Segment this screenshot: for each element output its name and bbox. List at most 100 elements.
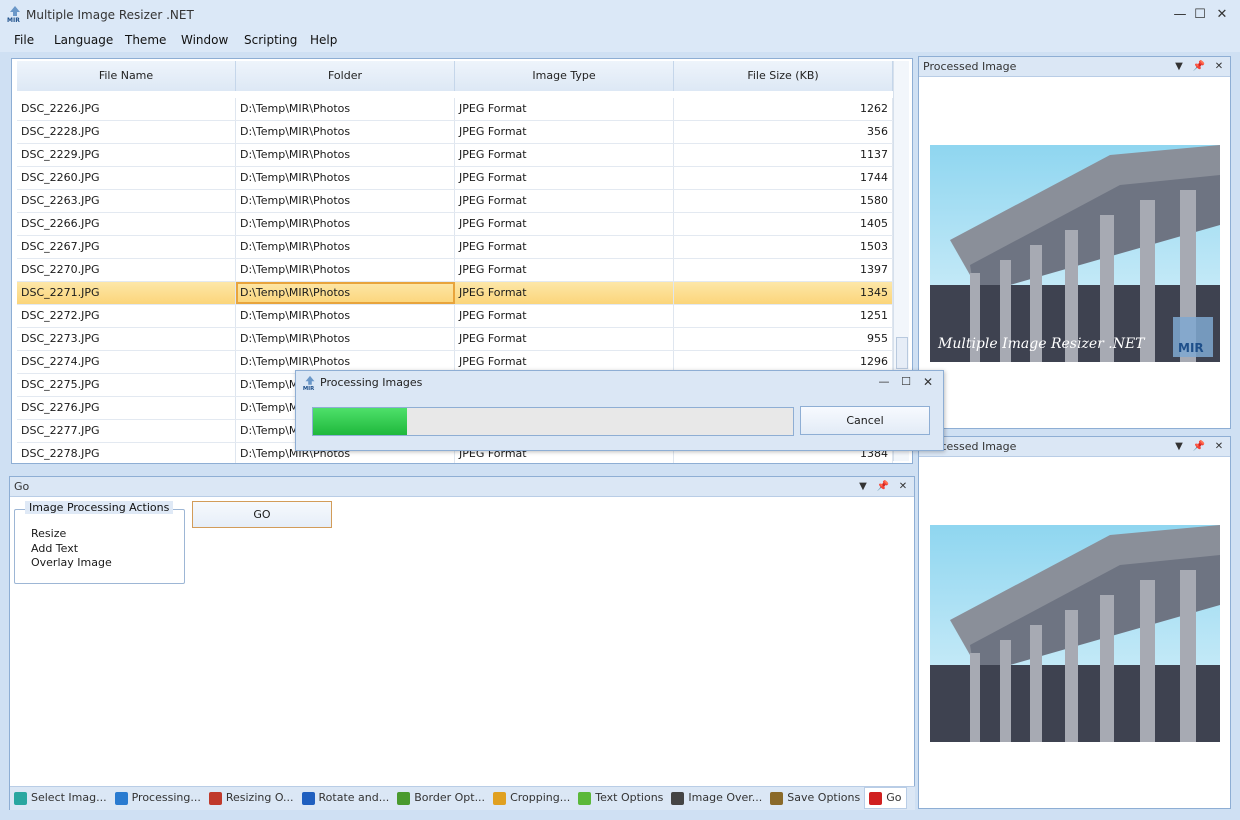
- cell-image-type[interactable]: JPEG Format: [455, 328, 674, 350]
- column-header-file-name[interactable]: File Name: [17, 61, 236, 91]
- cell-file-size[interactable]: 1345: [674, 282, 893, 304]
- close-icon[interactable]: ✕: [1212, 440, 1226, 454]
- dropdown-icon[interactable]: ▼: [1172, 60, 1186, 74]
- menu-window[interactable]: Window: [181, 33, 228, 47]
- tab-processing[interactable]: Processing...: [111, 787, 205, 809]
- cell-image-type[interactable]: JPEG Format: [455, 259, 674, 281]
- close-icon[interactable]: ✕: [1212, 60, 1226, 74]
- column-header-file-size[interactable]: File Size (KB): [674, 61, 893, 91]
- cell-folder[interactable]: D:\Temp\MIR\Photos: [236, 282, 455, 304]
- table-row[interactable]: DSC_2260.JPG D:\Temp\MIR\Photos JPEG Forma…: [17, 167, 893, 190]
- cell-file-name[interactable]: DSC_2226.JPG: [17, 98, 236, 120]
- cell-folder[interactable]: D:\Temp\MIR\Photos: [236, 328, 455, 350]
- table-row[interactable]: DSC_2266.JPG D:\Temp\MIR\Photos JPEG Forma…: [17, 213, 893, 236]
- table-row[interactable]: DSC_2272.JPG D:\Temp\MIR\Photos JPEG Forma…: [17, 305, 893, 328]
- cell-file-name[interactable]: DSC_2229.JPG: [17, 144, 236, 166]
- table-row[interactable]: DSC_2226.JPG D:\Temp\MIR\Photos JPEG Forma…: [17, 98, 893, 121]
- cell-file-size[interactable]: 1503: [674, 236, 893, 258]
- cell-file-name[interactable]: DSC_2272.JPG: [17, 305, 236, 327]
- cell-folder[interactable]: D:\Temp\MIR\Photos: [236, 121, 455, 143]
- cell-file-name[interactable]: DSC_2278.JPG: [17, 443, 236, 463]
- cell-file-size[interactable]: 1397: [674, 259, 893, 281]
- cell-file-name[interactable]: DSC_2267.JPG: [17, 236, 236, 258]
- cell-file-name[interactable]: DSC_2276.JPG: [17, 397, 236, 419]
- cell-file-size[interactable]: 955: [674, 328, 893, 350]
- cell-file-size[interactable]: 356: [674, 121, 893, 143]
- column-header-folder[interactable]: Folder: [236, 61, 455, 91]
- maximize-button[interactable]: ☐: [1190, 6, 1210, 24]
- tab-cropping[interactable]: Cropping...: [489, 787, 574, 809]
- cancel-button[interactable]: Cancel: [800, 406, 930, 435]
- cell-image-type[interactable]: JPEG Format: [455, 213, 674, 235]
- tab-go[interactable]: Go: [864, 787, 907, 809]
- cell-folder[interactable]: D:\Temp\MIR\Photos: [236, 213, 455, 235]
- cell-file-name[interactable]: DSC_2274.JPG: [17, 351, 236, 373]
- cell-image-type[interactable]: JPEG Format: [455, 144, 674, 166]
- dropdown-icon[interactable]: ▼: [1172, 440, 1186, 454]
- menu-help[interactable]: Help: [310, 33, 337, 47]
- go-button[interactable]: GO: [192, 501, 332, 528]
- cell-image-type[interactable]: JPEG Format: [455, 121, 674, 143]
- tab-text-options[interactable]: Text Options: [574, 787, 667, 809]
- table-row[interactable]: DSC_2229.JPG D:\Temp\MIR\Photos JPEG Forma…: [17, 144, 893, 167]
- close-window-button[interactable]: ✕: [1212, 6, 1232, 24]
- menu-scripting[interactable]: Scripting: [244, 33, 297, 47]
- pin-icon[interactable]: 📌: [1192, 440, 1206, 454]
- cell-file-size[interactable]: 1251: [674, 305, 893, 327]
- tab-resizing-o[interactable]: Resizing O...: [205, 787, 298, 809]
- cell-folder[interactable]: D:\Temp\MIR\Photos: [236, 98, 455, 120]
- table-row[interactable]: DSC_2228.JPG D:\Temp\MIR\Photos JPEG Forma…: [17, 121, 893, 144]
- table-row[interactable]: DSC_2271.JPG D:\Temp\MIR\Photos JPEG Forma…: [17, 282, 893, 305]
- dropdown-icon[interactable]: ▼: [856, 480, 870, 494]
- column-header-image-type[interactable]: Image Type: [455, 61, 674, 91]
- menu-language[interactable]: Language: [54, 33, 113, 47]
- cell-file-size[interactable]: 1137: [674, 144, 893, 166]
- cell-folder[interactable]: D:\Temp\MIR\Photos: [236, 236, 455, 258]
- cell-file-size[interactable]: 1262: [674, 98, 893, 120]
- cell-file-name[interactable]: DSC_2271.JPG: [17, 282, 236, 304]
- cell-image-type[interactable]: JPEG Format: [455, 236, 674, 258]
- cell-file-name[interactable]: DSC_2277.JPG: [17, 420, 236, 442]
- dialog-close-button[interactable]: ✕: [918, 373, 938, 391]
- scrollbar-thumb[interactable]: [896, 337, 908, 369]
- cell-file-name[interactable]: DSC_2270.JPG: [17, 259, 236, 281]
- cell-image-type[interactable]: JPEG Format: [455, 305, 674, 327]
- table-row[interactable]: DSC_2263.JPG D:\Temp\MIR\Photos JPEG Forma…: [17, 190, 893, 213]
- tab-image-over[interactable]: Image Over...: [667, 787, 766, 809]
- tab-border-opt[interactable]: Border Opt...: [393, 787, 489, 809]
- window-title: Multiple Image Resizer .NET: [26, 8, 194, 22]
- tab-select-imag[interactable]: Select Imag...: [10, 787, 111, 809]
- minimize-button[interactable]: —: [1170, 6, 1190, 24]
- cell-file-name[interactable]: DSC_2228.JPG: [17, 121, 236, 143]
- table-row[interactable]: DSC_2273.JPG D:\Temp\MIR\Photos JPEG Forma…: [17, 328, 893, 351]
- cell-file-size[interactable]: 1405: [674, 213, 893, 235]
- cell-image-type[interactable]: JPEG Format: [455, 167, 674, 189]
- tab-save-options[interactable]: Save Options: [766, 787, 864, 809]
- table-row[interactable]: DSC_2267.JPG D:\Temp\MIR\Photos JPEG Forma…: [17, 236, 893, 259]
- cell-image-type[interactable]: JPEG Format: [455, 98, 674, 120]
- cell-folder[interactable]: D:\Temp\MIR\Photos: [236, 167, 455, 189]
- cell-file-name[interactable]: DSC_2260.JPG: [17, 167, 236, 189]
- cell-image-type[interactable]: JPEG Format: [455, 282, 674, 304]
- menu-theme[interactable]: Theme: [125, 33, 166, 47]
- close-icon[interactable]: ✕: [896, 480, 910, 494]
- cell-image-type[interactable]: JPEG Format: [455, 190, 674, 212]
- cell-folder[interactable]: D:\Temp\MIR\Photos: [236, 190, 455, 212]
- cell-folder[interactable]: D:\Temp\MIR\Photos: [236, 144, 455, 166]
- table-row[interactable]: DSC_2270.JPG D:\Temp\MIR\Photos JPEG Forma…: [17, 259, 893, 282]
- pin-icon[interactable]: 📌: [876, 480, 890, 494]
- cell-file-size[interactable]: 1744: [674, 167, 893, 189]
- processed-image-pane-top: Processed Image ▼ 📌 ✕ Multiple Image Res…: [918, 56, 1231, 429]
- cell-file-name[interactable]: DSC_2275.JPG: [17, 374, 236, 396]
- menu-file[interactable]: File: [14, 33, 34, 47]
- pin-icon[interactable]: 📌: [1192, 60, 1206, 74]
- cell-file-name[interactable]: DSC_2266.JPG: [17, 213, 236, 235]
- cell-folder[interactable]: D:\Temp\MIR\Photos: [236, 259, 455, 281]
- cell-file-name[interactable]: DSC_2263.JPG: [17, 190, 236, 212]
- dialog-minimize-button[interactable]: —: [874, 373, 894, 391]
- dialog-maximize-button[interactable]: ☐: [896, 373, 916, 391]
- cell-file-name[interactable]: DSC_2273.JPG: [17, 328, 236, 350]
- cell-file-size[interactable]: 1580: [674, 190, 893, 212]
- tab-rotate-and[interactable]: Rotate and...: [298, 787, 394, 809]
- cell-folder[interactable]: D:\Temp\MIR\Photos: [236, 305, 455, 327]
